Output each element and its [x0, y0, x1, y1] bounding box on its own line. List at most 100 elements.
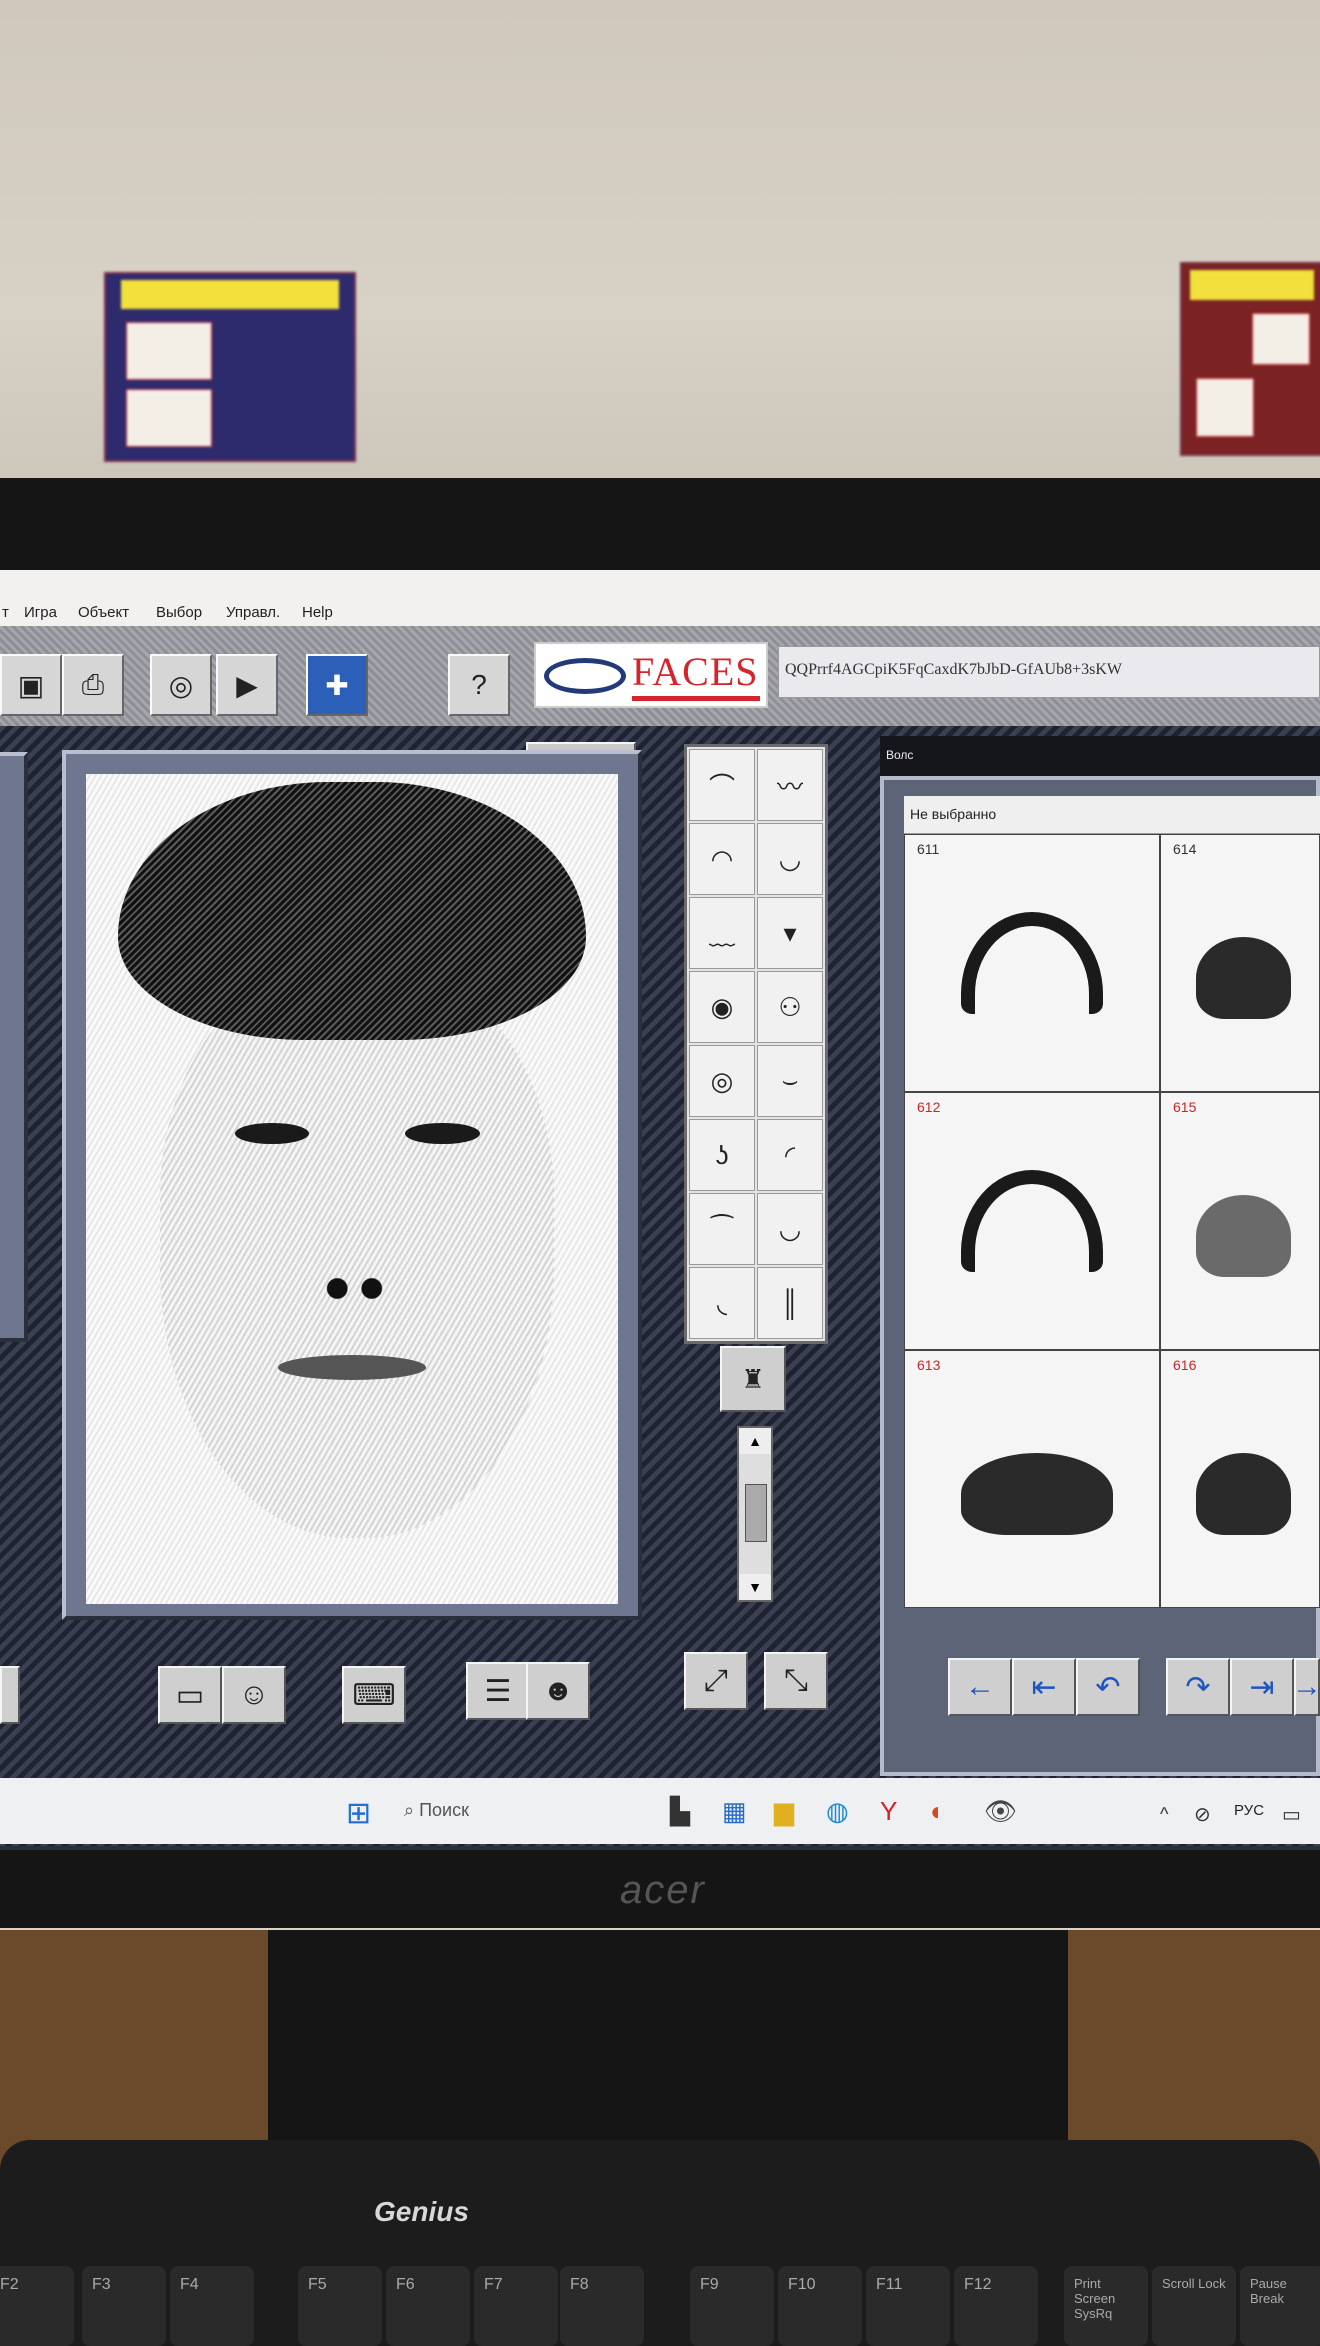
photo-view-button[interactable]: ☺	[222, 1666, 286, 1724]
key-f9[interactable]: F9	[690, 2266, 774, 2346]
play-button[interactable]: ▶	[216, 654, 278, 716]
save-button[interactable]: ▣	[0, 654, 62, 716]
keyboard-input-button[interactable]: ⌨	[342, 1666, 406, 1724]
windows-start-icon[interactable]: ⊞	[346, 1796, 371, 1831]
menu-item-object[interactable]: Объект	[78, 604, 129, 621]
monitor-stand	[268, 1930, 1068, 2170]
task-view-icon[interactable]: ▙	[670, 1796, 690, 1827]
cap-thumbnail	[1195, 1453, 1291, 1536]
no-network-icon[interactable]: ⊘	[1194, 1802, 1211, 1827]
yandex-browser-icon[interactable]: Y	[880, 1796, 897, 1827]
hair-thumbnail	[960, 1169, 1104, 1273]
menu-item-help[interactable]: Help	[302, 604, 333, 621]
selection-status: Не выбранно	[904, 796, 1320, 834]
chevron-up-icon[interactable]: ^	[1160, 1804, 1168, 1825]
menu-item-select[interactable]: Выбор	[156, 604, 202, 621]
wall-poster-left	[104, 272, 356, 462]
nose-icon[interactable]: ʖ	[689, 1119, 755, 1191]
undo-button[interactable]: ↶	[1076, 1658, 1140, 1716]
hair-thumbnail	[960, 911, 1104, 1015]
key-pause-break[interactable]: Pause Break	[1240, 2266, 1320, 2346]
notification-icon[interactable]: ▭	[1282, 1802, 1301, 1827]
last-button[interactable]: ⇥	[1230, 1658, 1294, 1716]
forehead-icon[interactable]: ◠	[689, 823, 755, 895]
face-icon: ☺	[238, 1678, 270, 1711]
undo-icon: ↶	[1095, 1670, 1121, 1704]
monitor-screen: т Игра Объект Выбор Управл. Help ▣ ⎙ ◎ ▶…	[0, 570, 1320, 1850]
document-icon: ☰	[484, 1674, 512, 1708]
key-f5[interactable]: F5	[298, 2266, 382, 2346]
key-f3[interactable]: F3	[82, 2266, 166, 2346]
cap-part	[117, 782, 587, 1040]
document-button[interactable]: ☰	[466, 1662, 530, 1720]
key-f4[interactable]: F4	[170, 2266, 254, 2346]
monitor-icon: ▭	[175, 1678, 205, 1712]
key-print-screen[interactable]: Print Screen SysRq	[1064, 2266, 1148, 2346]
print-icon: ⎙	[81, 668, 105, 700]
beard-icon[interactable]: ◡	[757, 823, 823, 895]
mouth-icon[interactable]: ⁀	[689, 1193, 755, 1265]
menu-item-file[interactable]: т	[2, 604, 9, 621]
key-f2[interactable]: F2	[0, 2266, 74, 2346]
taskbar-search[interactable]: ⌕ Поиск	[404, 1800, 469, 1821]
left-edge-button[interactable]	[0, 1666, 20, 1724]
key-f12[interactable]: F12	[954, 2266, 1038, 2346]
spiral-button[interactable]: ◎	[150, 654, 212, 716]
key-f8[interactable]: F8	[560, 2266, 644, 2346]
eyes-icon[interactable]: ◉	[689, 971, 755, 1043]
file-explorer-icon[interactable]: ▆	[774, 1796, 794, 1827]
selection-item[interactable]: 616	[1160, 1350, 1320, 1608]
smile-icon[interactable]: ◡	[757, 1193, 823, 1265]
portrait-canvas[interactable]	[86, 774, 618, 1604]
faces-logo: FACES	[534, 642, 768, 708]
monitor-view-button[interactable]: ▭	[158, 1666, 222, 1724]
lip-icon[interactable]: ⌣	[757, 1045, 823, 1117]
slider-thumb[interactable]	[745, 1484, 767, 1542]
key-f7[interactable]: F7	[474, 2266, 558, 2346]
goatee-icon[interactable]: ▾	[757, 897, 823, 969]
selection-grid: 611 614 612 615 613 616	[904, 834, 1320, 1608]
arrow-left-icon: ←	[965, 1670, 995, 1703]
store-icon[interactable]: ▦	[722, 1796, 747, 1827]
key-f10[interactable]: F10	[778, 2266, 862, 2346]
redo-button[interactable]: ↷	[1166, 1658, 1230, 1716]
print-button[interactable]: ⎙	[62, 654, 124, 716]
input-language[interactable]: РУС	[1234, 1802, 1264, 1819]
menu-item-game[interactable]: Игра	[24, 604, 57, 621]
selection-item[interactable]: 612	[904, 1092, 1160, 1350]
chin-icon[interactable]: ◟	[689, 1267, 755, 1339]
scale-slider[interactable]: ▲ ▼	[737, 1426, 773, 1602]
next-button[interactable]: →	[1292, 1658, 1320, 1716]
key-scroll-lock[interactable]: Scroll Lock	[1152, 2266, 1236, 2346]
first-button[interactable]: ⇤	[1012, 1658, 1076, 1716]
cheeks-icon[interactable]: ◜	[757, 1119, 823, 1191]
zoom-in-button[interactable]: ⤢	[684, 1652, 748, 1710]
brows-icon[interactable]: ﹏	[689, 897, 755, 969]
hair-icon[interactable]: ⌒	[689, 749, 755, 821]
faces-app-icon[interactable]: 👁	[984, 1796, 1017, 1827]
item-number: 614	[1173, 841, 1197, 857]
hat-preview-button[interactable]: ♜	[720, 1346, 786, 1412]
back-button[interactable]: ←	[948, 1658, 1012, 1716]
key-f11[interactable]: F11	[866, 2266, 950, 2346]
selection-item[interactable]: 611	[904, 834, 1160, 1092]
arrow-last-icon: ⇥	[1249, 1670, 1275, 1704]
code-field[interactable]: QQPrrf4AGCpiK5FqCaxdK7bJbD-GfAUb8+3sKW	[778, 646, 1320, 698]
glasses-icon[interactable]: ⚇	[757, 971, 823, 1043]
selection-item[interactable]: 614	[1160, 834, 1320, 1092]
help-button[interactable]: ?	[448, 654, 510, 716]
mustache-icon[interactable]: 〰	[757, 749, 823, 821]
zoom-out-button[interactable]: ⤡	[764, 1652, 828, 1710]
profile-button[interactable]: ☻	[526, 1662, 590, 1720]
neck-icon[interactable]: ║	[757, 1267, 823, 1339]
key-f6[interactable]: F6	[386, 2266, 470, 2346]
puzzle-button[interactable]: ✚	[306, 654, 368, 716]
powerpoint-icon[interactable]: ◐	[930, 1796, 946, 1827]
selection-item[interactable]: 615	[1160, 1092, 1320, 1350]
arrow-down-icon[interactable]: ▼	[739, 1574, 771, 1600]
selection-item[interactable]: 613	[904, 1350, 1160, 1608]
menu-item-control[interactable]: Управл.	[226, 604, 280, 621]
eye-closeup-icon[interactable]: ◎	[689, 1045, 755, 1117]
edge-browser-icon[interactable]: ◍	[826, 1796, 849, 1827]
arrow-up-icon[interactable]: ▲	[739, 1428, 771, 1454]
